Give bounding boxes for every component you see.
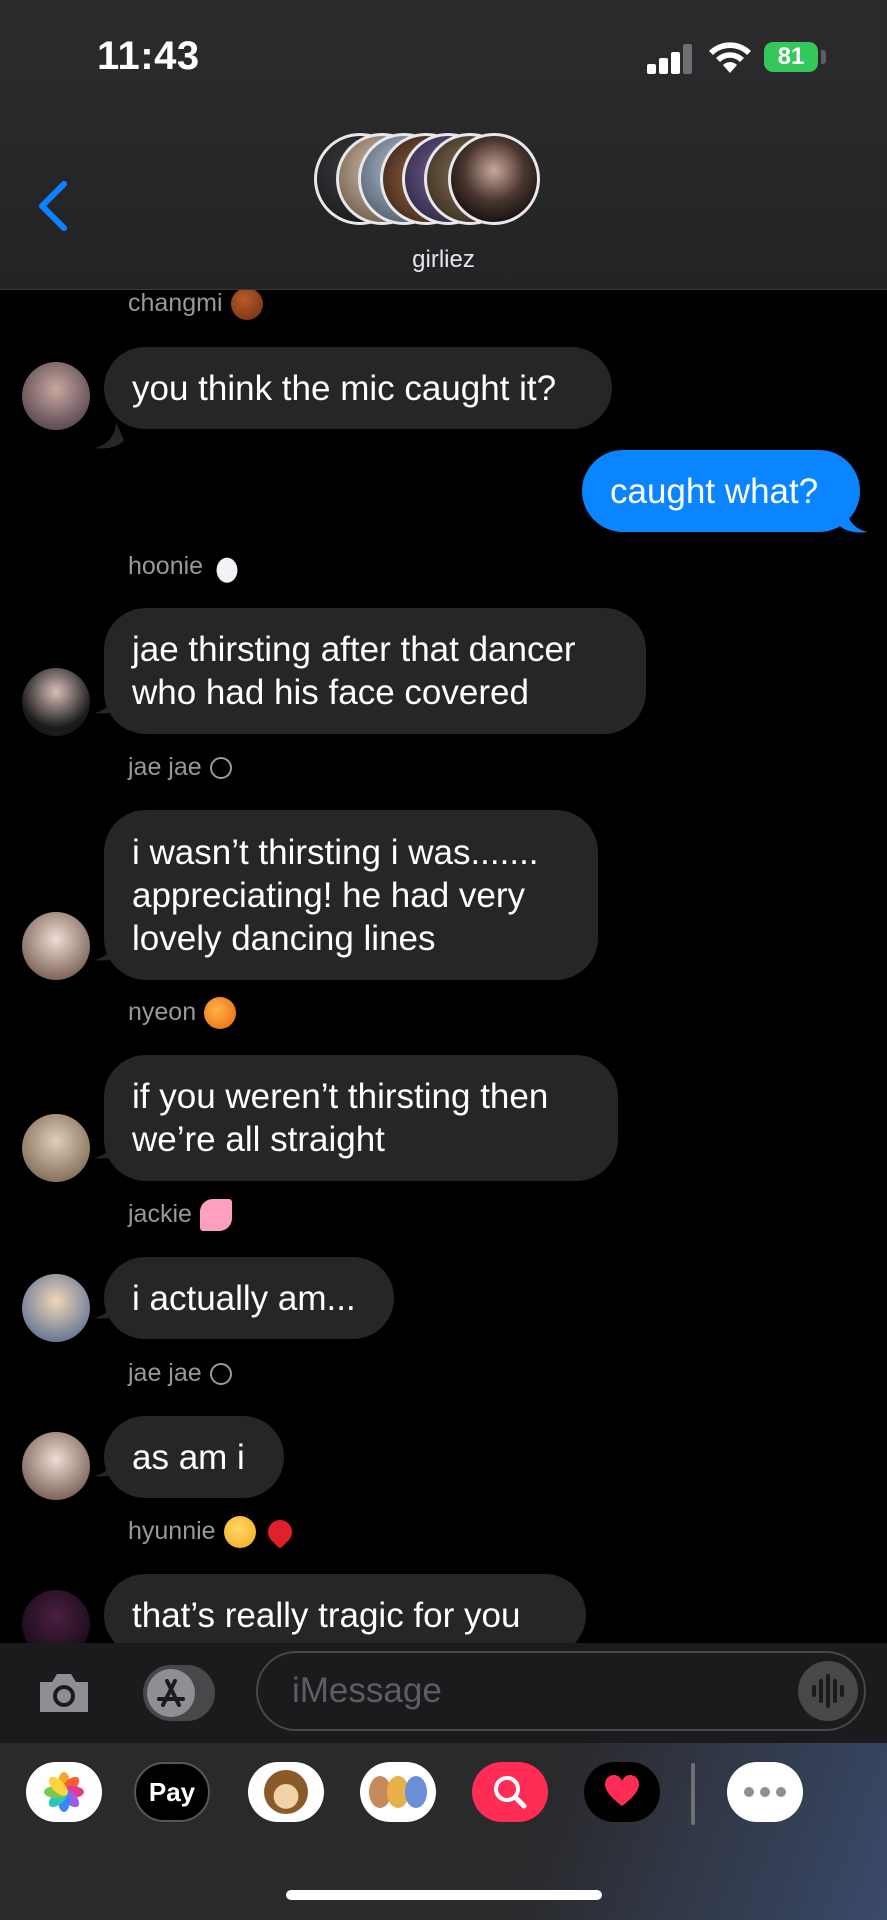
- avatar[interactable]: [22, 362, 90, 430]
- avatar[interactable]: [22, 1590, 90, 1643]
- sender-name: hoonie: [128, 548, 244, 584]
- compose-bar: [0, 1643, 887, 1743]
- bubble-tail: [94, 422, 124, 449]
- bubbles-emoji-icon: [209, 757, 232, 780]
- wifi-icon: [709, 42, 751, 73]
- red-heart-emoji-icon: [262, 1515, 297, 1550]
- sender-name: jackie: [128, 1196, 232, 1232]
- message-input[interactable]: [256, 1651, 866, 1731]
- woozy-face-emoji-icon: [223, 1516, 256, 1549]
- app-drawer: Pay: [0, 1743, 887, 1920]
- avatar[interactable]: [22, 1114, 90, 1182]
- home-indicator[interactable]: [286, 1890, 602, 1900]
- bubbles-emoji-icon: [209, 1363, 232, 1386]
- audio-message-button[interactable]: [798, 1661, 858, 1721]
- status-time: 11:43: [97, 34, 200, 78]
- more-apps-icon[interactable]: [727, 1762, 803, 1822]
- images-search-icon[interactable]: [472, 1762, 548, 1822]
- avatar[interactable]: [22, 1432, 90, 1500]
- bubble-tail: [838, 506, 868, 533]
- app-store-button[interactable]: [143, 1665, 215, 1721]
- tangerine-emoji-icon: [204, 997, 237, 1030]
- message-bubble[interactable]: you think the mic caught it?: [104, 347, 612, 429]
- sender-name: changmi: [128, 290, 263, 321]
- conversation-header: 11:43 81 girliez: [0, 0, 887, 290]
- ribbon-emoji-icon: [199, 1199, 232, 1232]
- avatar[interactable]: [22, 912, 90, 980]
- waveform-icon: [812, 1674, 844, 1708]
- back-chevron-icon[interactable]: [34, 180, 74, 232]
- monkey-memoji-icon[interactable]: [248, 1762, 324, 1822]
- message-list[interactable]: changmi you think the mic caught it? cau…: [0, 290, 887, 1643]
- group-avatar: [448, 133, 540, 225]
- photos-icon[interactable]: [26, 1762, 102, 1822]
- message-bubble[interactable]: that’s really tragic for you: [104, 1574, 586, 1643]
- message-bubble[interactable]: i wasn’t thirsting i was....... apprecia…: [104, 810, 598, 980]
- digital-touch-icon[interactable]: [584, 1762, 660, 1822]
- sender-name: nyeon: [128, 994, 237, 1030]
- avatar[interactable]: [22, 668, 90, 736]
- camera-icon[interactable]: [36, 1670, 92, 1716]
- apple-pay-icon[interactable]: Pay: [134, 1762, 210, 1822]
- message-bubble[interactable]: as am i: [104, 1416, 284, 1498]
- message-bubble[interactable]: i actually am...: [104, 1257, 394, 1339]
- battery-cap: [821, 50, 826, 64]
- cloud-emoji-icon: [211, 551, 244, 584]
- app-store-icon: [147, 1669, 195, 1717]
- battery-icon: 81: [764, 42, 818, 72]
- drawer-divider: [691, 1763, 695, 1825]
- sender-name: jae jae: [128, 1355, 232, 1391]
- avatar[interactable]: [22, 1274, 90, 1342]
- battery-level: 81: [777, 43, 805, 70]
- group-name: girliez: [412, 246, 475, 273]
- sender-name: hyunnie: [128, 1513, 297, 1550]
- message-bubble[interactable]: if you weren’t thirsting then we’re all …: [104, 1055, 618, 1181]
- message-bubble[interactable]: jae thirsting after that dancer who had …: [104, 608, 646, 734]
- chestnut-emoji-icon: [230, 290, 263, 321]
- message-bubble-sent[interactable]: caught what?: [582, 450, 860, 532]
- memoji-stickers-icon[interactable]: [360, 1762, 436, 1822]
- group-avatar-stack[interactable]: [314, 133, 574, 231]
- sender-name: jae jae: [128, 749, 232, 785]
- cellular-signal-icon: [647, 44, 693, 74]
